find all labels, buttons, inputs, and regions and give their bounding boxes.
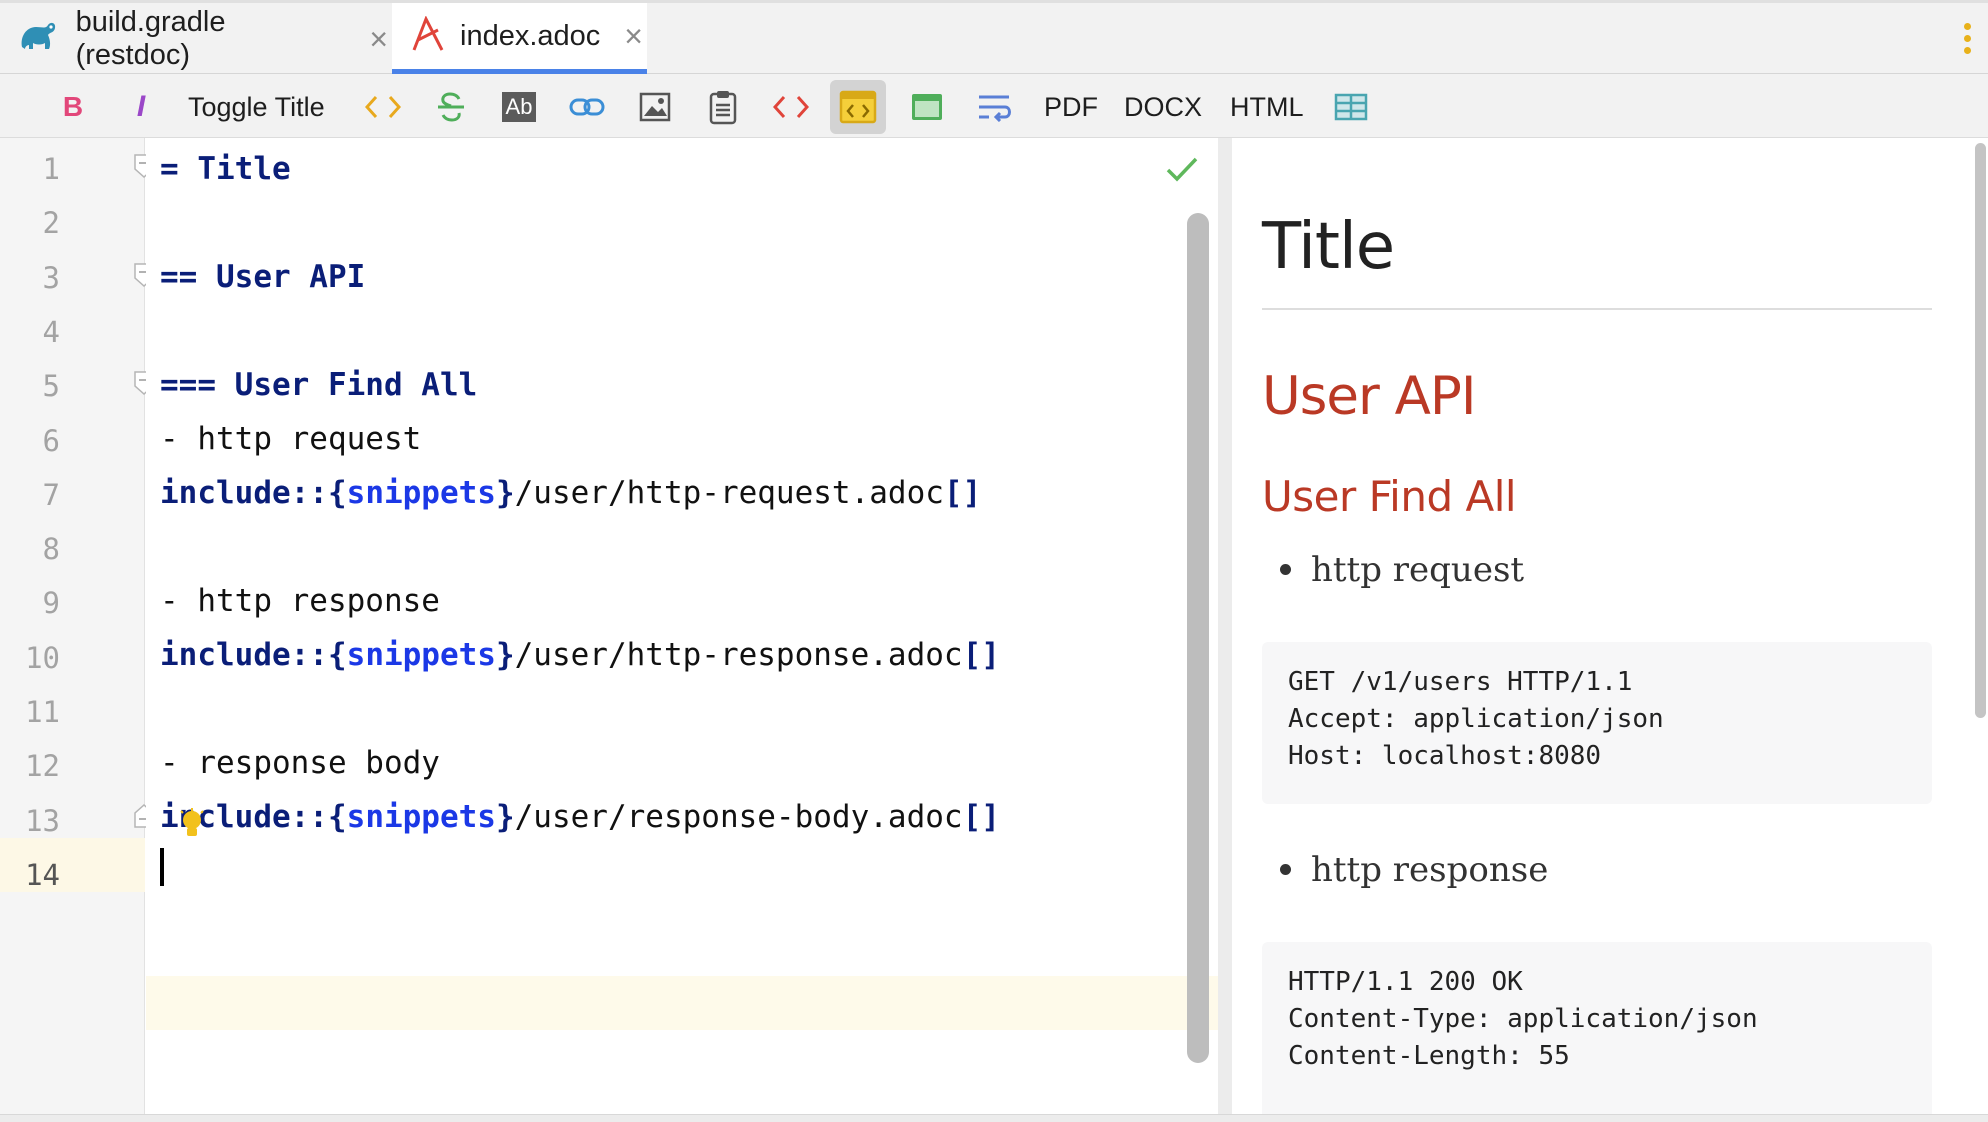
preview-only-button[interactable] [902, 80, 952, 134]
asciidoc-preview: Title User API User Find All http reques… [1232, 138, 1972, 1122]
code-brackets-icon [365, 95, 401, 119]
list-item: http request [1280, 550, 1524, 590]
editor-preview-splitter[interactable] [1218, 138, 1232, 1116]
line-number: 10 [25, 640, 60, 675]
bold-button[interactable]: B [50, 80, 96, 134]
preview-document-title: Title [1262, 210, 1395, 284]
close-icon[interactable]: × [624, 20, 643, 52]
line-number: 6 [42, 423, 60, 458]
bold-icon: B [62, 91, 84, 122]
strikethrough-button[interactable] [426, 80, 476, 134]
line-number: 2 [42, 206, 60, 241]
docx-label: DOCX [1124, 91, 1203, 122]
code-brackets-icon [773, 95, 809, 119]
title-divider [1262, 308, 1932, 310]
line-number: 1 [42, 152, 60, 186]
line-number: 7 [42, 477, 60, 512]
code-editor[interactable]: = Title == User API === User Find All - … [146, 138, 1218, 1116]
tab-index-adoc[interactable]: index.adoc × [392, 3, 647, 74]
line-number: 9 [42, 586, 60, 621]
soft-wrap-button[interactable] [970, 80, 1020, 134]
italic-button[interactable]: I [118, 80, 164, 134]
code-line-10: include::{snippets}/user/http-response.a… [160, 637, 1000, 673]
code-line-3: == User API [160, 259, 366, 295]
code-line-5: === User Find All [160, 367, 478, 403]
code-line-1: = Title [160, 151, 291, 187]
preview-code-block: GET /v1/users HTTP/1.1 Accept: applicati… [1262, 642, 1932, 804]
more-options-icon[interactable] [1964, 23, 1972, 59]
asciidoc-toolbar: B I Toggle Title Ab PDF DOCX HTML [0, 74, 1988, 138]
table-button[interactable] [1326, 80, 1376, 134]
line-number: 4 [42, 314, 60, 349]
clipboard-icon [709, 91, 737, 125]
intention-bulb-icon[interactable] [178, 807, 206, 843]
code-line-12: - response body [160, 745, 440, 781]
tab-build-gradle[interactable]: build.gradle (restdoc) × [18, 3, 388, 74]
soft-wrap-icon [979, 95, 1011, 122]
gradle-elephant-icon [18, 19, 62, 59]
code-line-7: include::{snippets}/user/http-request.ad… [160, 475, 982, 511]
asciidoc-icon [412, 16, 446, 56]
text-caret [160, 848, 164, 886]
paste-button[interactable] [698, 80, 748, 134]
bottom-border [0, 1114, 1988, 1122]
preview-scrollbar[interactable] [1975, 143, 1986, 718]
current-line-highlight [146, 976, 1218, 1030]
tab-label: build.gradle (restdoc) [75, 5, 226, 71]
inline-code-button[interactable] [358, 80, 408, 134]
line-number: 3 [42, 260, 60, 295]
editor-scrollbar[interactable] [1187, 213, 1209, 1063]
strikethrough-icon [438, 92, 464, 122]
list-item: http response [1280, 850, 1548, 890]
text-style-icon: Ab [501, 92, 537, 122]
line-number: 5 [42, 369, 60, 404]
split-preview-icon [839, 90, 877, 124]
image-button[interactable] [630, 80, 680, 134]
code-line-6: - http request [160, 421, 422, 457]
close-icon[interactable]: × [369, 23, 388, 55]
tab-label: index.adoc [460, 19, 601, 52]
line-number: 8 [42, 532, 60, 567]
table-icon [1334, 93, 1368, 121]
link-icon [569, 98, 605, 116]
code-line-13: include::{snippets}/user/response-body.a… [160, 799, 1000, 835]
export-docx-button[interactable]: DOCX [1116, 80, 1210, 134]
editor-tab-bar: build.gradle (restdoc) × index.adoc × [0, 0, 1988, 74]
html-label: HTML [1230, 91, 1304, 122]
export-pdf-button[interactable]: PDF [1036, 80, 1106, 134]
toggle-title-button[interactable]: Toggle Title [180, 80, 333, 134]
line-number: 12 [25, 749, 60, 784]
preview-window-icon [912, 94, 942, 120]
preview-code-block: HTTP/1.1 200 OK Content-Type: applicatio… [1262, 942, 1932, 1122]
source-block-button[interactable] [766, 80, 816, 134]
export-html-button[interactable]: HTML [1222, 80, 1312, 134]
line-number: 14 [25, 857, 60, 892]
line-number: 13 [25, 803, 60, 838]
line-number: 11 [25, 695, 60, 729]
code-line-9: - http response [160, 583, 440, 619]
preview-section-heading: User API [1262, 366, 1476, 427]
italic-icon: I [136, 90, 146, 123]
text-style-button[interactable]: Ab [494, 80, 544, 134]
link-button[interactable] [562, 80, 612, 134]
preview-subsection-heading: User Find All [1262, 472, 1517, 521]
no-problems-check-icon[interactable] [1165, 155, 1199, 183]
pdf-label: PDF [1044, 91, 1098, 122]
toggle-title-label: Toggle Title [188, 91, 325, 122]
editor-and-preview-button[interactable] [830, 80, 886, 134]
image-icon [639, 92, 671, 122]
